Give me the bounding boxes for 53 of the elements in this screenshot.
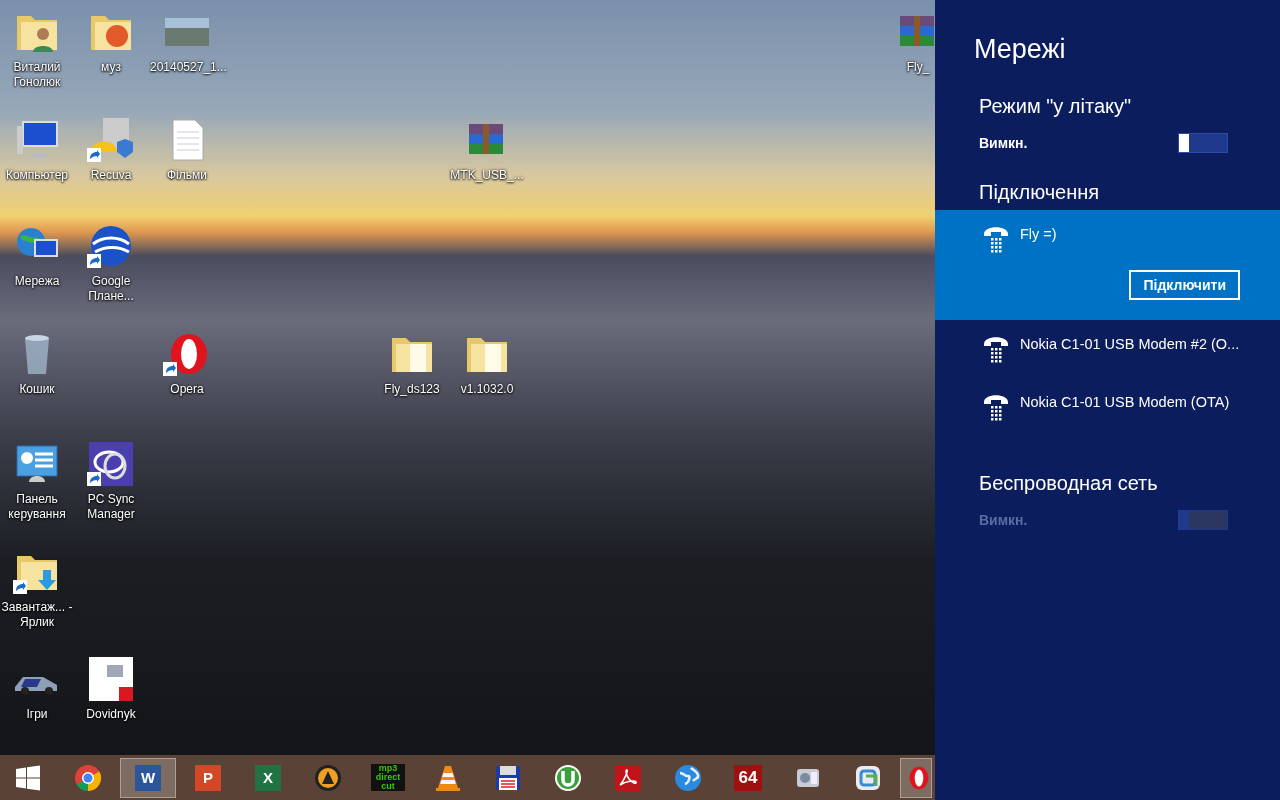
phone-icon (983, 334, 1009, 364)
taskbar-button[interactable]: mp3 direct cut (360, 757, 416, 798)
sync-icon (854, 763, 882, 792)
icon-label: Fly_ (905, 60, 931, 75)
icon-label: Панель керування (7, 492, 67, 522)
section-heading: Підключення (979, 181, 1101, 204)
icon-label: Завантаж... - Ярлик (0, 600, 74, 630)
section-heading: Беспроводная сеть (979, 472, 1159, 495)
pdf-icon[interactable] (87, 655, 135, 703)
excel-icon: X (255, 764, 281, 791)
icon-label: Ігри (25, 707, 49, 722)
connection-item[interactable]: Fly =) Підключити (935, 210, 1280, 320)
icon-label: Dovidnyk (85, 707, 137, 722)
sync-icon[interactable] (87, 440, 135, 488)
connection-name: Fly =) (1020, 226, 1057, 242)
icon-label: PC Sync Manager (86, 492, 136, 522)
taskbar-button[interactable] (900, 757, 932, 798)
traffic-cone-icon (434, 763, 462, 792)
icon-label: v1.1032.0 (459, 382, 515, 397)
icon-label: Кошик (18, 382, 56, 397)
taskbar-button[interactable]: W (120, 757, 176, 798)
word-icon: W (135, 764, 161, 791)
phone-icon (983, 224, 1009, 254)
icon-label: муз (100, 60, 122, 75)
taskbar-button[interactable]: X (240, 757, 296, 798)
icon-label: Фільми (166, 168, 208, 183)
connection-item[interactable]: Nokia C1-01 USB Modem #2 (O... (935, 320, 1280, 378)
connection-name: Nokia C1-01 USB Modem #2 (O... (1020, 336, 1240, 352)
icon-label: Fly_ds123 (383, 382, 441, 397)
taskbar-button[interactable]: 64 (720, 757, 776, 798)
torrent-icon (554, 763, 582, 792)
aida-icon: 64 (734, 764, 762, 791)
powerpoint-icon: P (195, 764, 221, 791)
icon-label: Opera (169, 382, 205, 397)
icon-label: Recuva (89, 168, 133, 183)
toggle-state-label: Вимкн. (979, 512, 1028, 528)
section-heading: Режим "у літаку" (979, 95, 1133, 118)
connection-name: Nokia C1-01 USB Modem (OTA) (1020, 394, 1230, 410)
panel-title: Мережі (974, 34, 1067, 65)
icon-label: MTK_USB_... (450, 168, 524, 183)
icon-label: 20140527_1... (150, 60, 224, 75)
phone-icon (983, 392, 1009, 422)
toggle-state-label: Вимкн. (979, 135, 1028, 151)
icon-label: Виталий Гонолюк (12, 60, 62, 90)
icon-label: Мережа (13, 274, 61, 289)
mp3-cut-icon: mp3 direct cut (371, 764, 405, 791)
connect-button[interactable]: Підключити (1129, 270, 1240, 300)
taskbar-button[interactable]: P (180, 757, 236, 798)
airplane-mode-toggle[interactable] (1178, 133, 1228, 153)
connection-item[interactable]: Nokia C1-01 USB Modem (OTA) (935, 378, 1280, 436)
icon-label: Компьютер (4, 168, 70, 183)
icon-label: Google Плане... (87, 274, 135, 304)
windows-icon (14, 763, 42, 792)
